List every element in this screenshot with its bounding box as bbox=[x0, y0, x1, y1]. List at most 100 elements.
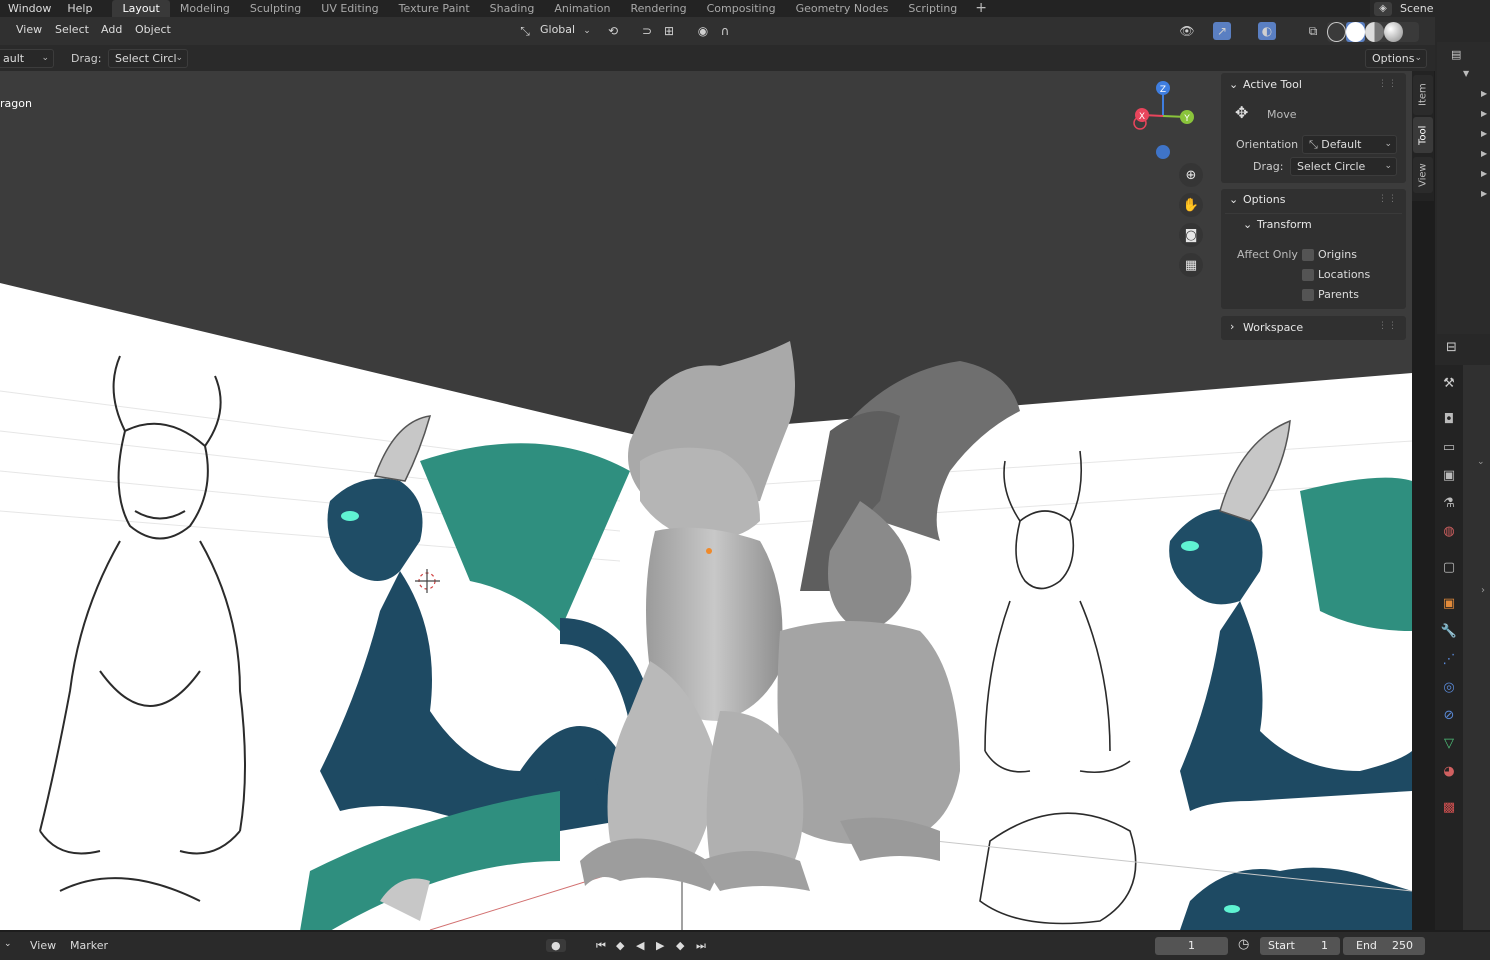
timeline-menu-view[interactable]: View bbox=[30, 939, 56, 952]
active-tool-header[interactable]: Active Tool bbox=[1243, 78, 1302, 91]
start-frame-field[interactable]: Start 1 bbox=[1260, 937, 1340, 955]
outliner[interactable]: ▤ ▼ ▶ ▶ ▶ ▶ ▶ ▶ bbox=[1437, 42, 1490, 334]
rendered-shading-icon[interactable] bbox=[1384, 22, 1403, 42]
expand-triangle-icon[interactable]: ▶ bbox=[1481, 169, 1487, 178]
workspace-tab-texture-paint[interactable]: Texture Paint bbox=[389, 0, 480, 17]
chevron-down-icon[interactable]: ⌄ bbox=[1477, 457, 1485, 467]
workspace-tab-modeling[interactable]: Modeling bbox=[170, 0, 240, 17]
add-workspace-button[interactable]: + bbox=[967, 0, 995, 17]
viewport-menu-select[interactable]: Select bbox=[55, 23, 89, 36]
properties-editor-type-icon[interactable]: ⊟ bbox=[1446, 340, 1457, 355]
menu-help[interactable]: Help bbox=[59, 0, 100, 17]
workspace-tab-shading[interactable]: Shading bbox=[480, 0, 545, 17]
pan-hand-icon[interactable]: ✋ bbox=[1179, 193, 1203, 217]
tool-properties-icon[interactable]: ⚒ bbox=[1439, 373, 1459, 393]
end-frame-field[interactable]: End 250 bbox=[1343, 937, 1425, 955]
workspace-tab-geometry-nodes[interactable]: Geometry Nodes bbox=[786, 0, 899, 17]
modifier-wrench-icon[interactable]: 🔧 bbox=[1439, 621, 1459, 641]
expand-triangle-icon[interactable]: ▶ bbox=[1481, 149, 1487, 158]
snap-toggle-icon[interactable]: ⊃ bbox=[638, 22, 656, 40]
viewport-menu-add[interactable]: Add bbox=[101, 23, 122, 36]
navigation-gizmo[interactable]: Z Y X bbox=[1125, 79, 1205, 164]
options-header[interactable]: Options bbox=[1243, 193, 1285, 206]
auto-keying-icon[interactable]: ● bbox=[546, 939, 566, 952]
proportional-edit-icon[interactable]: ◉ bbox=[694, 22, 712, 40]
drag-dropdown[interactable]: Select Circl ⌄ bbox=[108, 49, 188, 68]
render-properties-icon[interactable]: ◘ bbox=[1439, 409, 1459, 429]
workspace-tab-sculpting[interactable]: Sculpting bbox=[240, 0, 311, 17]
expand-triangle-icon[interactable]: ▶ bbox=[1481, 109, 1487, 118]
locations-checkbox[interactable] bbox=[1302, 269, 1314, 281]
zoom-icon[interactable]: ⊕ bbox=[1179, 163, 1203, 187]
collapse-chevron-icon[interactable]: ⌄ bbox=[1229, 78, 1238, 91]
collapse-chevron-icon[interactable]: ⌄ bbox=[1243, 218, 1252, 231]
chevron-down-icon[interactable]: ⌄ bbox=[578, 22, 596, 40]
falloff-icon[interactable]: ∩ bbox=[716, 22, 734, 40]
tab-tool[interactable]: Tool bbox=[1413, 117, 1433, 153]
world-properties-icon[interactable]: ◍ bbox=[1439, 521, 1459, 541]
expand-triangle-icon[interactable]: ▶ bbox=[1481, 189, 1487, 198]
expand-triangle-icon[interactable]: ▼ bbox=[1463, 69, 1469, 78]
drag-grip-icon[interactable]: ⋮⋮ bbox=[1378, 321, 1398, 331]
output-properties-icon[interactable]: ▭ bbox=[1439, 437, 1459, 457]
timeline-menu-marker[interactable]: Marker bbox=[70, 939, 108, 952]
current-frame-field[interactable]: 1 bbox=[1155, 937, 1228, 955]
next-keyframe-icon[interactable]: ◆ bbox=[676, 939, 684, 952]
workspace-tab-scripting[interactable]: Scripting bbox=[898, 0, 967, 17]
transform-subheader[interactable]: Transform bbox=[1257, 218, 1312, 231]
xray-toggle-icon[interactable]: ⧉ bbox=[1304, 22, 1322, 40]
pivot-point-icon[interactable]: ⟲ bbox=[604, 22, 622, 40]
collection-properties-icon[interactable]: ▢ bbox=[1439, 557, 1459, 577]
jump-end-icon[interactable]: ⏭ bbox=[696, 939, 706, 953]
snap-element-icon[interactable]: ⊞ bbox=[660, 22, 678, 40]
constraints-icon[interactable]: ⊘ bbox=[1439, 705, 1459, 725]
particles-icon[interactable]: ⋰ bbox=[1439, 649, 1459, 669]
chevron-right-icon[interactable]: › bbox=[1481, 585, 1485, 596]
transform-affect-dropdown[interactable]: ault ⌄ bbox=[0, 49, 54, 68]
tab-item[interactable]: Item bbox=[1413, 75, 1433, 115]
transform-orientation-dropdown[interactable]: Global bbox=[540, 23, 575, 36]
wireframe-shading-icon[interactable] bbox=[1327, 22, 1346, 42]
physics-icon[interactable]: ◎ bbox=[1439, 677, 1459, 697]
perspective-grid-icon[interactable]: ▦ bbox=[1179, 253, 1203, 277]
expand-chevron-icon[interactable]: › bbox=[1230, 320, 1234, 333]
drag-grip-icon[interactable]: ⋮⋮ bbox=[1378, 79, 1398, 89]
workspace-tab-rendering[interactable]: Rendering bbox=[620, 0, 696, 17]
expand-triangle-icon[interactable]: ▶ bbox=[1481, 129, 1487, 138]
object-properties-icon[interactable]: ▣ bbox=[1439, 593, 1459, 613]
workspace-tab-uv-editing[interactable]: UV Editing bbox=[311, 0, 388, 17]
collapse-chevron-icon[interactable]: ⌄ bbox=[1229, 193, 1238, 206]
workspace-tab-layout[interactable]: Layout bbox=[112, 0, 170, 17]
solid-shading-icon[interactable] bbox=[1346, 22, 1365, 42]
play-icon[interactable]: ▶ bbox=[656, 939, 664, 952]
material-icon[interactable]: ◕ bbox=[1439, 761, 1459, 781]
prev-keyframe-icon[interactable]: ◆ bbox=[616, 939, 624, 952]
workspace-header[interactable]: Workspace bbox=[1243, 321, 1303, 334]
menu-window[interactable]: Window bbox=[0, 0, 59, 17]
orientation-dropdown[interactable]: ⤡ Default ⌄ bbox=[1302, 135, 1397, 154]
expand-triangle-icon[interactable]: ▶ bbox=[1481, 89, 1487, 98]
chevron-down-icon[interactable]: ⌄ bbox=[4, 939, 12, 949]
material-preview-icon[interactable] bbox=[1365, 22, 1384, 42]
camera-view-icon[interactable]: ◙ bbox=[1179, 223, 1203, 247]
3d-viewport[interactable]: ragon Z Y X ⊕ ✋ ◙ ▦ bbox=[0, 71, 1412, 930]
drag-grip-icon[interactable]: ⋮⋮ bbox=[1378, 194, 1398, 204]
parents-checkbox[interactable] bbox=[1302, 289, 1314, 301]
viewport-menu-view[interactable]: View bbox=[16, 23, 42, 36]
origins-checkbox[interactable] bbox=[1302, 249, 1314, 261]
view-layer-icon[interactable]: ▣ bbox=[1439, 465, 1459, 485]
scene-properties-icon[interactable]: ⚗ bbox=[1439, 493, 1459, 513]
workspace-tab-animation[interactable]: Animation bbox=[544, 0, 620, 17]
overlays-toggle-icon[interactable]: ◐ bbox=[1258, 22, 1276, 40]
options-dropdown[interactable]: Options ⌄ bbox=[1365, 49, 1427, 68]
play-reverse-icon[interactable]: ◀ bbox=[636, 939, 644, 952]
mesh-data-icon[interactable]: ▽ bbox=[1439, 733, 1459, 753]
texture-icon[interactable]: ▩ bbox=[1439, 797, 1459, 817]
tab-view[interactable]: View bbox=[1413, 157, 1433, 193]
workspace-tab-compositing[interactable]: Compositing bbox=[697, 0, 786, 17]
gizmo-toggle-icon[interactable]: ↗ bbox=[1213, 22, 1231, 40]
drag-select-dropdown[interactable]: Select Circle ⌄ bbox=[1290, 157, 1397, 176]
jump-start-icon[interactable]: ⏮ bbox=[596, 939, 606, 953]
visibility-icon[interactable]: 👁 bbox=[1178, 22, 1196, 40]
scene-selector[interactable]: ◈ Scene bbox=[1370, 0, 1490, 17]
